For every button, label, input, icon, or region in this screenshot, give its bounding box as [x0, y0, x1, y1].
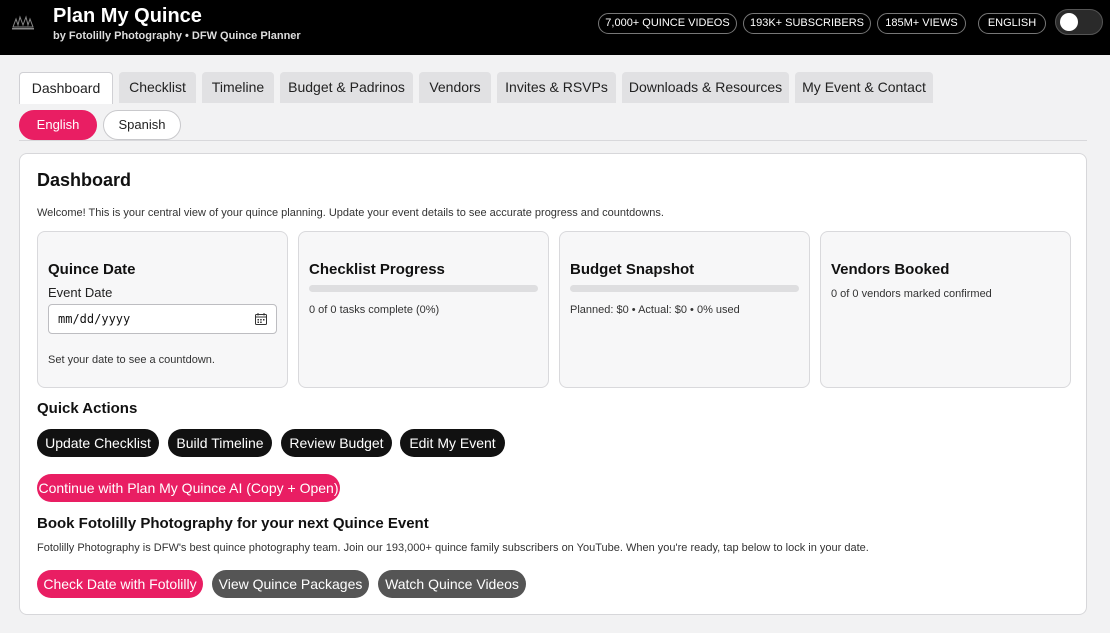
- update-checklist-button[interactable]: Update Checklist: [37, 429, 159, 457]
- stat-badge-subscribers: 193K+ SUBSCRIBERS: [743, 13, 871, 34]
- app-title: Plan My Quince: [53, 5, 202, 27]
- theme-toggle[interactable]: [1055, 9, 1103, 35]
- edit-my-event-button[interactable]: Edit My Event: [400, 429, 505, 457]
- quick-actions-title: Quick Actions: [37, 400, 138, 417]
- tabs-divider: [19, 140, 1087, 141]
- calendar-icon[interactable]: [255, 313, 267, 325]
- welcome-text: Welcome! This is your central view of yo…: [37, 207, 664, 219]
- tab-invites-rsvps[interactable]: Invites & RSVPs: [497, 72, 616, 103]
- quince-date-card: Quince Date Event Date mm/dd/yyyy Set yo…: [37, 231, 288, 388]
- booking-text: Fotolilly Photography is DFW's best quin…: [37, 542, 869, 554]
- toggle-knob: [1060, 13, 1078, 31]
- event-date-input[interactable]: mm/dd/yyyy: [48, 304, 277, 334]
- budget-status: Planned: $0 • Actual: $0 • 0% used: [570, 304, 740, 316]
- dashboard-panel: Dashboard Welcome! This is your central …: [19, 153, 1087, 615]
- stat-badge-views: 185M+ VIEWS: [877, 13, 966, 34]
- watch-videos-button[interactable]: Watch Quince Videos: [378, 570, 526, 598]
- stat-badge-videos: 7,000+ QUINCE VIDEOS: [598, 13, 737, 34]
- countdown-hint: Set your date to see a countdown.: [48, 354, 215, 366]
- checklist-progress-bar: [309, 285, 538, 292]
- spanish-button[interactable]: Spanish: [103, 110, 181, 140]
- tab-checklist[interactable]: Checklist: [119, 72, 196, 103]
- check-date-button[interactable]: Check Date with Fotolilly: [37, 570, 203, 598]
- build-timeline-button[interactable]: Build Timeline: [168, 429, 272, 457]
- card-title: Checklist Progress: [309, 261, 445, 278]
- date-placeholder: mm/dd/yyyy: [58, 312, 131, 326]
- tab-dashboard[interactable]: Dashboard: [19, 72, 113, 104]
- english-button[interactable]: English: [19, 110, 97, 140]
- tab-vendors[interactable]: Vendors: [419, 72, 491, 103]
- budget-progress-bar: [570, 285, 799, 292]
- card-title: Quince Date: [48, 261, 136, 278]
- tab-downloads-resources[interactable]: Downloads & Resources: [622, 72, 789, 103]
- review-budget-button[interactable]: Review Budget: [281, 429, 392, 457]
- booking-title: Book Fotolilly Photography for your next…: [37, 515, 429, 532]
- budget-snapshot-card: Budget Snapshot Planned: $0 • Actual: $0…: [559, 231, 810, 388]
- tab-budget-padrinos[interactable]: Budget & Padrinos: [280, 72, 413, 103]
- vendors-booked-card: Vendors Booked 0 of 0 vendors marked con…: [820, 231, 1071, 388]
- view-packages-button[interactable]: View Quince Packages: [212, 570, 369, 598]
- language-badge[interactable]: ENGLISH: [978, 13, 1046, 34]
- vendors-status: 0 of 0 vendors marked confirmed: [831, 288, 992, 300]
- card-title: Vendors Booked: [831, 261, 950, 278]
- tab-timeline[interactable]: Timeline: [202, 72, 274, 103]
- page-title: Dashboard: [37, 170, 132, 190]
- checklist-status: 0 of 0 tasks complete (0%): [309, 304, 440, 316]
- card-title: Budget Snapshot: [570, 261, 695, 278]
- tab-my-event-contact[interactable]: My Event & Contact: [795, 72, 933, 103]
- top-header: Plan My Quince by Fotolilly Photography …: [0, 0, 1110, 55]
- app-subtitle: by Fotolilly Photography • DFW Quince Pl…: [53, 30, 301, 42]
- plan-my-quince-ai-button[interactable]: Continue with Plan My Quince AI (Copy + …: [37, 474, 340, 502]
- checklist-progress-card: Checklist Progress 0 of 0 tasks complete…: [298, 231, 549, 388]
- fotolilly-logo[interactable]: [10, 13, 36, 31]
- event-date-label: Event Date: [48, 285, 113, 300]
